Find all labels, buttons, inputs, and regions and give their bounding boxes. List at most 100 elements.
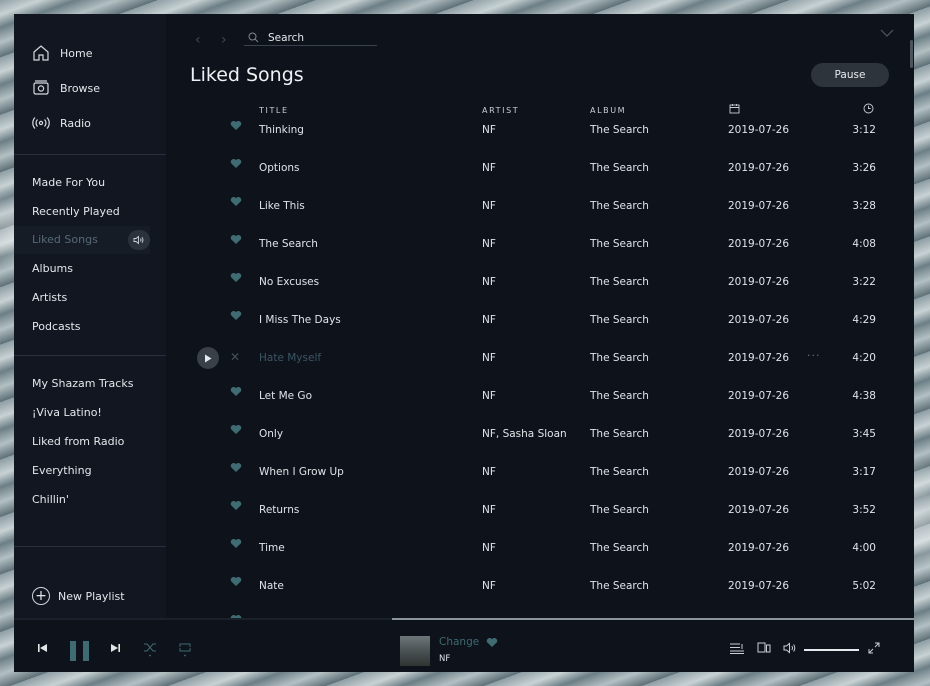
track-duration: 4:00 bbox=[852, 542, 876, 554]
track-title: Only bbox=[259, 428, 284, 440]
table-row[interactable]: The Search NF The Search 2019-07-26 4:08 bbox=[14, 233, 914, 271]
track-album[interactable]: The Search bbox=[590, 423, 649, 445]
track-date-added: 2019-07-26 bbox=[728, 580, 790, 592]
table-row[interactable]: Returns NF The Search 2019-07-26 3:52 bbox=[14, 499, 914, 537]
heart-icon[interactable] bbox=[230, 538, 242, 549]
track-duration: 4:20 bbox=[852, 352, 876, 364]
track-artist[interactable]: NF bbox=[482, 157, 496, 179]
player-bar: Change NF bbox=[14, 618, 914, 672]
track-duration: 3:26 bbox=[852, 162, 876, 174]
table-row[interactable]: ✕ ··· Hate Myself NF The Search 2019-07-26 4:2… bbox=[14, 347, 914, 385]
track-title: Time bbox=[259, 542, 285, 554]
track-artist[interactable]: NF bbox=[482, 575, 496, 597]
queue-icon[interactable] bbox=[730, 643, 744, 654]
album-art[interactable] bbox=[400, 636, 430, 666]
track-artist[interactable]: NF bbox=[482, 537, 496, 559]
track-duration: 3:12 bbox=[852, 124, 876, 136]
track-date-added: 2019-07-26 bbox=[728, 466, 790, 478]
track-date-added: 2019-07-26 bbox=[728, 542, 790, 554]
track-date-added: 2019-07-26 bbox=[728, 162, 790, 174]
track-album[interactable]: The Search bbox=[590, 385, 649, 407]
track-album[interactable]: The Search bbox=[590, 347, 649, 369]
table-row[interactable]: When I Grow Up NF The Search 2019-07-26 3:17 bbox=[14, 461, 914, 499]
track-artist[interactable]: NF, Sasha Sloan bbox=[482, 423, 567, 445]
heart-icon[interactable] bbox=[230, 462, 242, 473]
track-artist[interactable]: NF bbox=[482, 195, 496, 217]
track-duration: 3:28 bbox=[852, 200, 876, 212]
track-date-added: 2019-07-26 bbox=[728, 200, 790, 212]
skip-previous-icon[interactable] bbox=[38, 643, 48, 653]
track-date-added: 2019-07-26 bbox=[728, 238, 790, 250]
track-album[interactable]: The Search bbox=[590, 271, 649, 293]
track-artist[interactable]: NF bbox=[482, 385, 496, 407]
shuffle-icon[interactable] bbox=[143, 641, 157, 657]
heart-icon[interactable] bbox=[230, 310, 242, 321]
table-row[interactable]: Thinking NF The Search 2019-07-26 3:12 bbox=[14, 119, 914, 157]
column-header-title[interactable]: TITLE bbox=[259, 106, 289, 115]
track-album[interactable]: The Search bbox=[590, 461, 649, 483]
heart-icon[interactable] bbox=[230, 158, 242, 169]
heart-icon[interactable] bbox=[230, 424, 242, 435]
track-album[interactable]: The Search bbox=[590, 309, 649, 331]
table-row[interactable]: Let Me Go NF The Search 2019-07-26 4:38 bbox=[14, 385, 914, 423]
track-artist[interactable]: NF bbox=[482, 271, 496, 293]
track-album[interactable]: The Search bbox=[590, 119, 649, 141]
play-pause-button[interactable] bbox=[70, 641, 90, 661]
track-date-added: 2019-07-26 bbox=[728, 314, 790, 326]
track-album[interactable]: The Search bbox=[590, 575, 649, 597]
track-artist[interactable]: NF bbox=[482, 309, 496, 331]
track-album[interactable]: The Search bbox=[590, 195, 649, 217]
calendar-icon[interactable] bbox=[729, 103, 740, 114]
track-date-added: 2019-07-26 bbox=[728, 124, 790, 136]
table-row[interactable]: Only NF, Sasha Sloan The Search 2019-07-26 3… bbox=[14, 423, 914, 461]
repeat-icon[interactable] bbox=[178, 641, 192, 657]
track-artist[interactable]: NF bbox=[482, 233, 496, 255]
heart-icon[interactable] bbox=[486, 637, 498, 648]
track-artist[interactable]: NF bbox=[482, 499, 496, 521]
skip-next-icon[interactable] bbox=[110, 643, 120, 653]
heart-icon[interactable] bbox=[230, 386, 242, 397]
table-row[interactable]: Options NF The Search 2019-07-26 3:26 bbox=[14, 157, 914, 195]
now-playing-artist[interactable]: NF bbox=[439, 654, 450, 664]
track-album[interactable]: The Search bbox=[590, 157, 649, 179]
track-date-added: 2019-07-26 bbox=[728, 276, 790, 288]
track-album[interactable]: The Search bbox=[590, 233, 649, 255]
playback-progress-bar[interactable] bbox=[14, 618, 914, 620]
heart-icon[interactable] bbox=[230, 234, 242, 245]
heart-icon[interactable] bbox=[230, 576, 242, 587]
pause-bar bbox=[83, 641, 89, 661]
pause-bar bbox=[70, 641, 76, 661]
row-play-icon[interactable] bbox=[197, 347, 219, 369]
remove-icon[interactable]: ✕ bbox=[230, 350, 240, 364]
heart-icon[interactable] bbox=[230, 272, 242, 283]
column-header-artist[interactable]: ARTIST bbox=[482, 106, 519, 115]
pause-button[interactable]: Pause bbox=[811, 63, 889, 87]
table-row[interactable]: No Excuses NF The Search 2019-07-26 3:22 bbox=[14, 271, 914, 309]
heart-icon[interactable] bbox=[230, 500, 242, 511]
track-artist[interactable]: NF bbox=[482, 461, 496, 483]
track-album[interactable]: The Search bbox=[590, 537, 649, 559]
track-title: No Excuses bbox=[259, 276, 320, 288]
clock-icon[interactable] bbox=[863, 103, 874, 114]
table-row[interactable]: I Miss The Days NF The Search 2019-07-26 4:2… bbox=[14, 309, 914, 347]
track-date-added: 2019-07-26 bbox=[728, 428, 790, 440]
track-artist[interactable]: NF bbox=[482, 347, 496, 369]
volume-icon[interactable] bbox=[783, 642, 797, 654]
heart-icon[interactable] bbox=[230, 196, 242, 207]
fullscreen-icon[interactable] bbox=[868, 642, 880, 654]
table-row[interactable]: Time NF The Search 2019-07-26 4:00 bbox=[14, 537, 914, 575]
track-artist[interactable]: NF bbox=[482, 119, 496, 141]
table-row[interactable]: Like This NF The Search 2019-07-26 3:28 bbox=[14, 195, 914, 233]
volume-slider[interactable] bbox=[804, 649, 859, 651]
now-playing-title[interactable]: Change bbox=[439, 636, 479, 648]
table-row[interactable]: Nate NF The Search 2019-07-26 5:02 bbox=[14, 575, 914, 613]
heart-icon[interactable] bbox=[230, 120, 242, 131]
devices-icon[interactable] bbox=[757, 642, 771, 654]
page-title: Liked Songs bbox=[190, 64, 304, 86]
track-title: Like This bbox=[259, 200, 305, 212]
track-duration: 3:52 bbox=[852, 504, 876, 516]
column-header-album[interactable]: ALBUM bbox=[590, 106, 626, 115]
track-title: Let Me Go bbox=[259, 390, 312, 402]
track-album[interactable]: The Search bbox=[590, 499, 649, 521]
track-title: I Miss The Days bbox=[259, 314, 341, 326]
